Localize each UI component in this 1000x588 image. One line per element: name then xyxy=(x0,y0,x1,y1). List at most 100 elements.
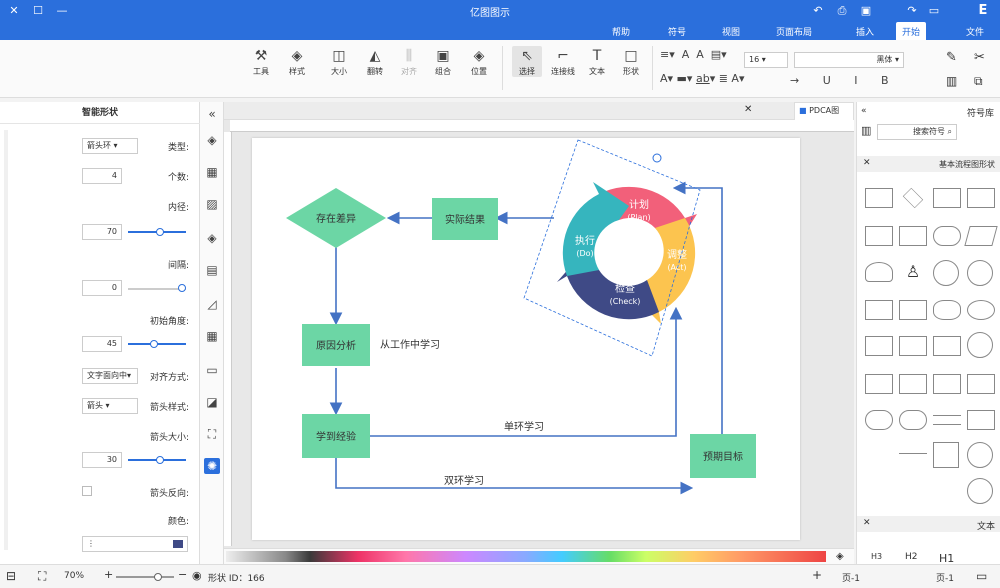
rotate-handle[interactable] xyxy=(652,153,662,163)
symbol-search-input[interactable]: 搜索符号 ⌕ xyxy=(877,124,957,140)
text-style-icons[interactable]: A▾ ▬▾ ab▾ ≣ A▾ xyxy=(660,72,744,85)
shape-item[interactable] xyxy=(865,226,893,246)
page-layout-icon[interactable]: ⊟ xyxy=(6,569,16,583)
shape-item[interactable] xyxy=(967,260,993,286)
menu-page-layout[interactable]: 页面布局 xyxy=(770,24,818,39)
shape-item[interactable] xyxy=(899,336,927,356)
page-tab[interactable]: 页-1 xyxy=(842,571,860,584)
shape-item[interactable] xyxy=(967,188,995,208)
gap-stepper[interactable]: 0 xyxy=(82,280,122,296)
shape-item[interactable] xyxy=(899,226,927,246)
inner-stepper[interactable]: 70 xyxy=(82,224,122,240)
tab-pdca[interactable]: ■ PDCA图 xyxy=(794,102,854,120)
arrow-reverse-checkbox[interactable] xyxy=(82,486,92,496)
shape-item[interactable] xyxy=(933,336,961,356)
count-stepper[interactable]: 4 xyxy=(82,168,122,184)
shape-item[interactable] xyxy=(933,260,959,286)
align-button[interactable]: ⫼ 对齐 xyxy=(396,46,422,77)
fullscreen-icon[interactable]: ⛶ xyxy=(38,569,46,584)
inner-slider-knob[interactable] xyxy=(156,228,164,236)
shape-item[interactable] xyxy=(899,410,927,430)
font-style-icons[interactable]: → U I B xyxy=(790,74,899,87)
zoom-slider[interactable] xyxy=(116,576,174,578)
select-button[interactable]: ⇖ 选择 xyxy=(512,46,542,77)
arrow-size-slider-knob[interactable] xyxy=(156,456,164,464)
person-shape-icon[interactable]: ♙ xyxy=(899,262,927,282)
shape-item[interactable] xyxy=(865,374,893,394)
shape-item[interactable] xyxy=(865,300,893,320)
cut-icon[interactable]: ✂ xyxy=(974,50,985,65)
shape-item[interactable] xyxy=(865,262,893,282)
gap-slider-knob[interactable] xyxy=(178,284,186,292)
shape-item[interactable] xyxy=(865,336,893,356)
menu-insert[interactable]: 插入 xyxy=(850,24,880,39)
position-button[interactable]: ◈ 位置 xyxy=(466,46,492,77)
shape-item[interactable] xyxy=(899,374,927,394)
shape-item[interactable] xyxy=(933,374,961,394)
image-icon[interactable]: ▨ xyxy=(204,196,220,212)
shape-item[interactable] xyxy=(933,226,961,246)
shape-item[interactable] xyxy=(967,374,995,394)
fit-icon[interactable]: ⛶ xyxy=(204,426,220,442)
history-icon[interactable]: ◪ xyxy=(204,394,220,410)
chart-icon[interactable]: ◿ xyxy=(204,296,220,312)
fill-color-icon[interactable]: ◈ xyxy=(836,551,844,562)
close-icon[interactable]: ✕ xyxy=(6,3,22,19)
print-icon[interactable]: ⎙ xyxy=(834,3,850,19)
text-section-close-icon[interactable]: ✕ xyxy=(863,518,871,528)
pdca-ring[interactable]: 计划 (Plan) 执行 (Do) 检查 (Check) 调整 (Act) xyxy=(557,182,697,324)
color-picker[interactable]: ⋮ xyxy=(82,536,188,552)
shape-item[interactable] xyxy=(964,226,998,246)
redo-icon[interactable]: ↷ xyxy=(904,3,920,19)
panel-expand-icon[interactable]: « xyxy=(861,106,867,116)
shape-item[interactable] xyxy=(967,332,993,358)
menu-view[interactable]: 视图 xyxy=(716,24,746,39)
shape-item[interactable] xyxy=(933,442,959,468)
paste-icon[interactable]: ▥ xyxy=(946,74,957,88)
angle-stepper[interactable]: 45 xyxy=(82,336,122,352)
copy-icon[interactable]: ⧉ xyxy=(974,74,983,89)
category-close-icon[interactable]: ✕ xyxy=(863,158,871,168)
text-item-h3[interactable]: H3 xyxy=(871,552,882,561)
zoom-in-icon[interactable]: + xyxy=(104,568,113,581)
add-page-icon[interactable]: + xyxy=(812,568,822,582)
menu-symbol[interactable]: 符号 xyxy=(662,24,692,39)
tab-close-icon[interactable]: ✕ xyxy=(744,104,752,115)
menu-file[interactable]: 文件 xyxy=(960,24,990,39)
group-button[interactable]: ▣ 组合 xyxy=(430,46,456,77)
shape-item[interactable] xyxy=(967,478,993,504)
pdca-diagram[interactable]: 存在差异 实际结果 原因分析 学到经验 预期目标 从工作中学习 单环学习 双环学… xyxy=(252,138,800,540)
shape-item[interactable] xyxy=(899,300,927,320)
shape-item[interactable] xyxy=(933,188,961,208)
shape-item[interactable] xyxy=(933,300,961,320)
font-size-select[interactable]: 16 ▾ xyxy=(744,52,788,68)
tools-button[interactable]: ⚒ 工具 xyxy=(248,46,274,77)
zoom-out-icon[interactable]: − xyxy=(178,568,187,581)
type-select[interactable]: 箭头环 ▾ xyxy=(82,138,138,154)
format-painter-icon[interactable]: ✎ xyxy=(946,50,957,65)
shape-item[interactable] xyxy=(865,444,893,464)
shape-item[interactable] xyxy=(865,410,893,430)
shape-item[interactable] xyxy=(902,187,924,209)
shape-item[interactable] xyxy=(967,410,995,430)
connector-button[interactable]: ⌐ 连接线 xyxy=(550,46,576,77)
page-icon[interactable]: ▤ xyxy=(204,262,220,278)
open-icon[interactable]: ▭ xyxy=(926,3,942,19)
shape-item[interactable] xyxy=(899,444,927,454)
color-palette[interactable]: ◈ xyxy=(224,548,854,564)
minimize-icon[interactable]: — xyxy=(54,3,70,19)
shape-item[interactable] xyxy=(933,415,961,425)
library-icon[interactable]: ▥ xyxy=(861,124,871,137)
shape-item[interactable] xyxy=(967,300,995,320)
smart-shape-icon[interactable]: ✺ xyxy=(204,458,220,474)
flip-button[interactable]: ◭ 翻转 xyxy=(362,46,388,77)
align-select[interactable]: 文字面向中▾ xyxy=(82,368,138,384)
size-button[interactable]: ◫ 大小 xyxy=(326,46,352,77)
category-header[interactable]: ✕ 基本流程图形状 xyxy=(857,156,1000,172)
save-icon[interactable]: ▣ xyxy=(858,3,874,19)
style-button[interactable]: ◈ 样式 xyxy=(284,46,310,77)
angle-slider-knob[interactable] xyxy=(150,340,158,348)
text-section-header[interactable]: ✕ 文本 xyxy=(857,516,1000,532)
menu-help[interactable]: 帮助 xyxy=(606,24,636,39)
text-item-h2[interactable]: H2 xyxy=(905,552,918,562)
